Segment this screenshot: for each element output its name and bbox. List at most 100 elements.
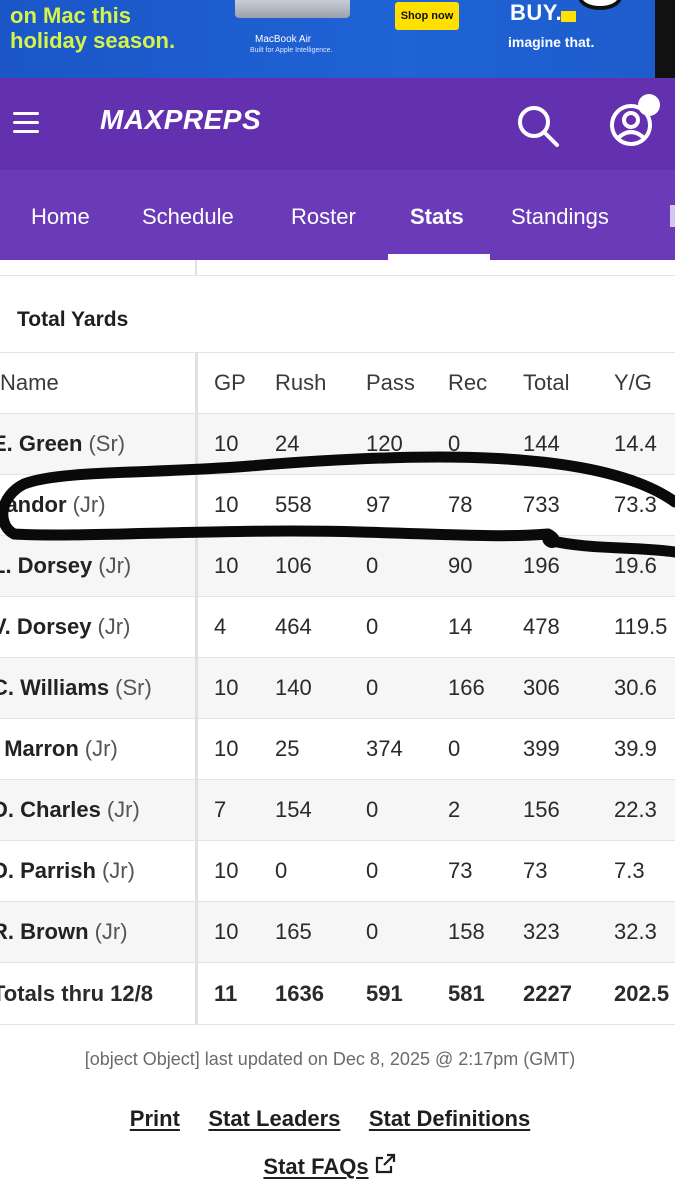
stat-cell-pass: 374	[366, 736, 403, 761]
table-row: Landor(Jr) 10 558 97 78 733 73.3	[0, 475, 675, 536]
print-link[interactable]: Print	[130, 1106, 180, 1132]
stat-cell-gp: 10	[214, 675, 239, 700]
stat-cell-rush: 165	[275, 919, 312, 944]
hamburger-menu-icon[interactable]	[13, 112, 39, 134]
column-header-rush[interactable]: Rush	[275, 353, 326, 413]
totals-rec: 581	[448, 980, 485, 1006]
column-header-yg[interactable]: Y/G	[614, 353, 652, 413]
table-row: D. Charles (Jr) 7 154 0 2 156 22.3	[0, 780, 675, 841]
column-header-pass[interactable]: Pass	[366, 353, 415, 413]
column-header-name[interactable]: Name	[0, 353, 59, 413]
stat-cell-pass: 0	[366, 675, 379, 700]
table-header-row: Name GP Rush Pass Rec Total Y/G	[0, 352, 675, 414]
stat-cell-gp: 10	[214, 858, 239, 883]
stat-cell-pass: 0	[366, 614, 379, 639]
tab-stats[interactable]: Stats	[410, 170, 464, 260]
stat-cell-rush: 106	[275, 553, 312, 578]
stat-faqs-link[interactable]: Stat FAQs	[263, 1154, 368, 1180]
stat-cell-rush: 0	[275, 858, 288, 883]
total-yards-table: Name GP Rush Pass Rec Total Y/G E. Green…	[0, 352, 675, 1025]
maxpreps-logo[interactable]: MAXPREPS	[100, 104, 261, 136]
player-name-link[interactable]: Landor(Jr)	[0, 475, 106, 535]
player-class: (Jr)	[98, 553, 132, 578]
player-name-link[interactable]: R. Brown (Jr)	[0, 902, 128, 962]
shop-now-button[interactable]: Shop now	[395, 2, 459, 30]
ad-close-icon[interactable]	[578, 0, 622, 10]
stat-cell-yg: 19.6	[614, 553, 657, 578]
stat-cell-rec: 158	[448, 919, 485, 944]
stat-cell-rush: 464	[275, 614, 312, 639]
tab-schedule[interactable]: Schedule	[142, 170, 234, 260]
stat-cell-yg: 30.6	[614, 675, 657, 700]
section-title: Total Yards	[17, 308, 129, 331]
column-header-gp[interactable]: GP	[214, 353, 246, 413]
player-name-link[interactable]: D. Charles (Jr)	[0, 780, 140, 840]
stat-cell-gp: 10	[214, 492, 239, 517]
stat-cell-gp: 10	[214, 431, 239, 456]
site-header: MAXPREPS	[0, 78, 675, 170]
external-link-icon[interactable]	[373, 1152, 397, 1176]
tab-overflow[interactable]	[670, 205, 675, 227]
player-name-link[interactable]: C. Williams (Sr)	[0, 658, 152, 718]
stat-cell-total: 323	[523, 919, 560, 944]
player-name-link[interactable]: . Marron (Jr)	[0, 719, 118, 779]
stat-cell-yg: 22.3	[614, 797, 657, 822]
stat-faqs-container: Stat FAQs	[0, 1152, 660, 1180]
stat-cell-gp: 10	[214, 919, 239, 944]
table-row: . Marron (Jr) 10 25 374 0 399 39.9	[0, 719, 675, 780]
player-class: (Jr)	[94, 919, 128, 944]
footer-links: Print Stat Leaders Stat Definitions	[0, 1106, 660, 1132]
totals-row: Totals thru 12/8 11 1636 591 581 2227 20…	[0, 963, 675, 1025]
last-updated-text: [object Object] last updated on Dec 8, 2…	[84, 1049, 576, 1069]
stat-cell-total: 73	[523, 858, 548, 883]
tab-home[interactable]: Home	[31, 170, 90, 260]
column-header-rec[interactable]: Rec	[448, 353, 487, 413]
table-row: R. Brown (Jr) 10 165 0 158 323 32.3	[0, 902, 675, 963]
stat-cell-rush: 140	[275, 675, 312, 700]
column-header-total[interactable]: Total	[523, 353, 569, 413]
player-name-link[interactable]: V. Dorsey (Jr)	[0, 597, 130, 657]
stat-cell-yg: 7.3	[614, 858, 645, 883]
macbook-image	[235, 0, 350, 18]
ad-product-subtitle: Built for Apple Intelligence.	[250, 47, 333, 54]
player-class: (Jr)	[106, 797, 140, 822]
player-name-link[interactable]: E. Green (Sr)	[0, 414, 125, 474]
stat-cell-rec: 90	[448, 553, 473, 578]
stat-cell-gp: 4	[214, 614, 227, 639]
ad-banner[interactable]: on Mac this holiday season. MacBook Air …	[0, 0, 675, 78]
stat-cell-yg: 14.4	[614, 431, 657, 456]
player-class: (Jr)	[84, 736, 118, 761]
search-icon[interactable]	[516, 104, 560, 148]
stat-cell-rec: 0	[448, 736, 461, 761]
stat-leaders-link[interactable]: Stat Leaders	[208, 1106, 340, 1132]
stat-cell-rec: 166	[448, 675, 485, 700]
table-row: D. Parrish (Jr) 10 0 0 73 73 7.3	[0, 841, 675, 902]
stat-cell-gp: 10	[214, 553, 239, 578]
notification-dot-icon	[638, 94, 660, 116]
totals-yg: 202.5	[614, 980, 670, 1006]
stat-cell-rush: 24	[275, 431, 300, 456]
tab-bar: Home Schedule Roster Stats Standings	[0, 170, 675, 260]
stat-cell-pass: 97	[366, 492, 391, 517]
stat-cell-gp: 10	[214, 736, 239, 761]
stat-cell-total: 399	[523, 736, 560, 761]
stat-cell-total: 733	[523, 492, 560, 517]
stat-cell-rush: 558	[275, 492, 312, 517]
totals-rush: 1636	[275, 980, 324, 1006]
player-name-link[interactable]: L. Dorsey (Jr)	[0, 536, 131, 596]
stat-cell-yg: 73.3	[614, 492, 657, 517]
stat-cell-pass: 0	[366, 919, 379, 944]
stat-cell-pass: 0	[366, 797, 379, 822]
stat-cell-rec: 0	[448, 431, 461, 456]
stat-cell-rec: 14	[448, 614, 473, 639]
player-class: (Jr)	[97, 614, 131, 639]
player-class: (Sr)	[115, 675, 152, 700]
tab-roster[interactable]: Roster	[291, 170, 356, 260]
stat-cell-yg: 32.3	[614, 919, 657, 944]
player-name-link[interactable]: D. Parrish (Jr)	[0, 841, 135, 901]
tab-standings[interactable]: Standings	[511, 170, 609, 260]
previous-table-edge	[0, 260, 675, 276]
stat-definitions-link[interactable]: Stat Definitions	[369, 1106, 530, 1132]
stat-cell-total: 144	[523, 431, 560, 456]
stat-cell-rush: 25	[275, 736, 300, 761]
